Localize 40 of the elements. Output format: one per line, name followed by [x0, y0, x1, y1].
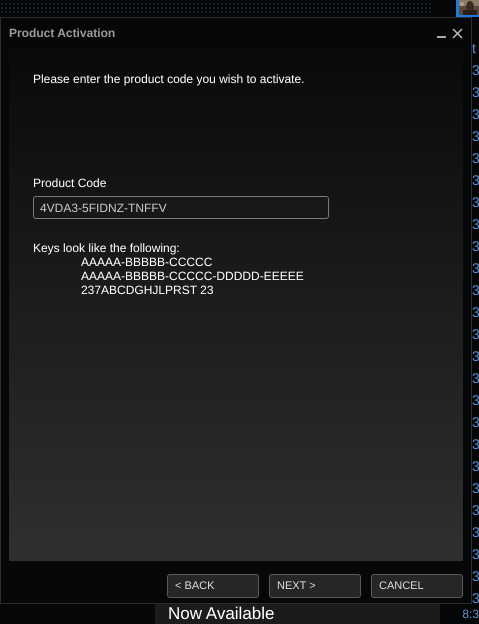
example-key: AAAAA-BBBBB-CCCCC: [81, 255, 439, 269]
close-icon[interactable]: [452, 28, 463, 38]
list-text: 3: [472, 281, 479, 300]
list-text: 3: [472, 413, 479, 432]
list-text: 3: [472, 435, 479, 454]
window-title: Product Activation: [9, 26, 116, 40]
wizard-button[interactable]: NEXT >: [269, 574, 361, 598]
list-text: 3: [472, 149, 479, 168]
list-text: 3: [472, 61, 479, 80]
list-text: 3: [472, 171, 479, 190]
list-text: 3: [472, 347, 479, 366]
list-text: 3: [472, 193, 479, 212]
examples-heading: Keys look like the following:: [33, 241, 181, 255]
list-text: 3: [472, 567, 479, 586]
list-text: 3: [472, 127, 479, 146]
example-key: AAAAA-BBBBB-CCCCC-DDDDD-EEEEE: [81, 269, 439, 283]
list-text: t: [472, 39, 477, 58]
list-text: 3: [472, 523, 479, 542]
field-label: Product Code: [33, 176, 108, 190]
list-text: 3: [472, 369, 479, 388]
instruction-text: Please enter the product code you wish to activate.: [33, 72, 306, 86]
example-key: 237ABCDGHJLPRST 23: [81, 283, 439, 297]
banner-text: Now Available: [155, 604, 440, 624]
time-text: 8:3: [462, 606, 479, 623]
product-code-field[interactable]: 4VDA3-5FIDNZ-TNFFV: [33, 196, 329, 219]
list-text: 3: [472, 545, 479, 564]
list-text: 3: [472, 105, 479, 124]
list-text: 3: [472, 479, 479, 498]
list-text: 3: [472, 501, 479, 520]
list-text: 3: [472, 325, 479, 344]
list-text: 3: [472, 237, 479, 256]
list-text: 3: [472, 259, 479, 278]
list-text: 3: [472, 391, 479, 410]
list-text: 3: [472, 83, 479, 102]
list-text: 3: [472, 303, 479, 322]
list-text: 3: [472, 215, 479, 234]
wizard-button[interactable]: < BACK: [167, 574, 259, 598]
list-text: 3: [472, 457, 479, 476]
wizard-button[interactable]: CANCEL: [371, 574, 463, 598]
list-text: 3: [472, 589, 479, 604]
